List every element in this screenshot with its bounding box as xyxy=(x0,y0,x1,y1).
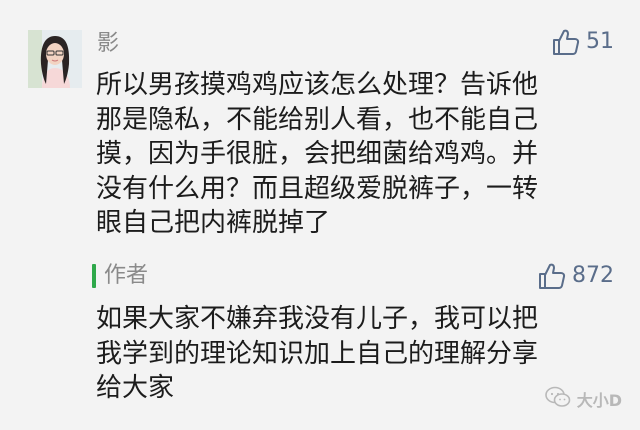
comment-like-count: 51 xyxy=(586,29,614,54)
comment-line: 那是隐私，不能给别人看，也不能自己 xyxy=(96,104,539,135)
watermark-text: 大小D xyxy=(576,391,622,410)
avatar-photo xyxy=(28,30,82,88)
comment-username: 影 xyxy=(97,31,120,56)
comment-body: 所以男孩摸鸡鸡应该怎么处理？告诉他 那是隐私，不能给别人看，也不能自己 摸，因为… xyxy=(96,68,616,241)
avatar[interactable] xyxy=(28,30,82,88)
reply-line: 给大家 xyxy=(96,373,175,403)
reply-like-count: 872 xyxy=(572,263,614,288)
author-accent-bar xyxy=(92,264,96,288)
comment-line: 摸，因为手很脏，会把细菌给鸡鸡。并 xyxy=(96,139,539,169)
wechat-logo-icon xyxy=(544,386,571,412)
author-tag: 作者 xyxy=(92,262,612,290)
author-label: 作者 xyxy=(104,263,149,288)
comment-line: 没有什么用？而且超级爱脱裤子，一转 xyxy=(96,173,539,204)
comment-line: 眼自己把内裤脱掉了 xyxy=(96,208,331,238)
reply-body: 如果大家不嫌弃我没有儿子，我可以把 我学到的理论知识加上自己的理解分享 给大家 xyxy=(96,302,612,406)
comment-like-button[interactable]: 51 xyxy=(552,28,614,56)
reply-line: 如果大家不嫌弃我没有儿子，我可以把 xyxy=(96,304,539,334)
thumbs-up-icon xyxy=(552,28,580,56)
author-reply: 作者 如果大家不嫌弃我没有儿子，我可以把 我学到的理论知识加上自己的理解分享 给… xyxy=(92,262,612,406)
thumbs-up-icon xyxy=(538,262,566,290)
watermark: 大小D xyxy=(544,386,622,412)
reply-line: 我学到的理论知识加上自己的理解分享 xyxy=(96,338,539,369)
comment-line: 所以男孩摸鸡鸡应该怎么处理？告诉他 xyxy=(96,70,539,100)
reply-like-button[interactable]: 872 xyxy=(538,262,614,290)
